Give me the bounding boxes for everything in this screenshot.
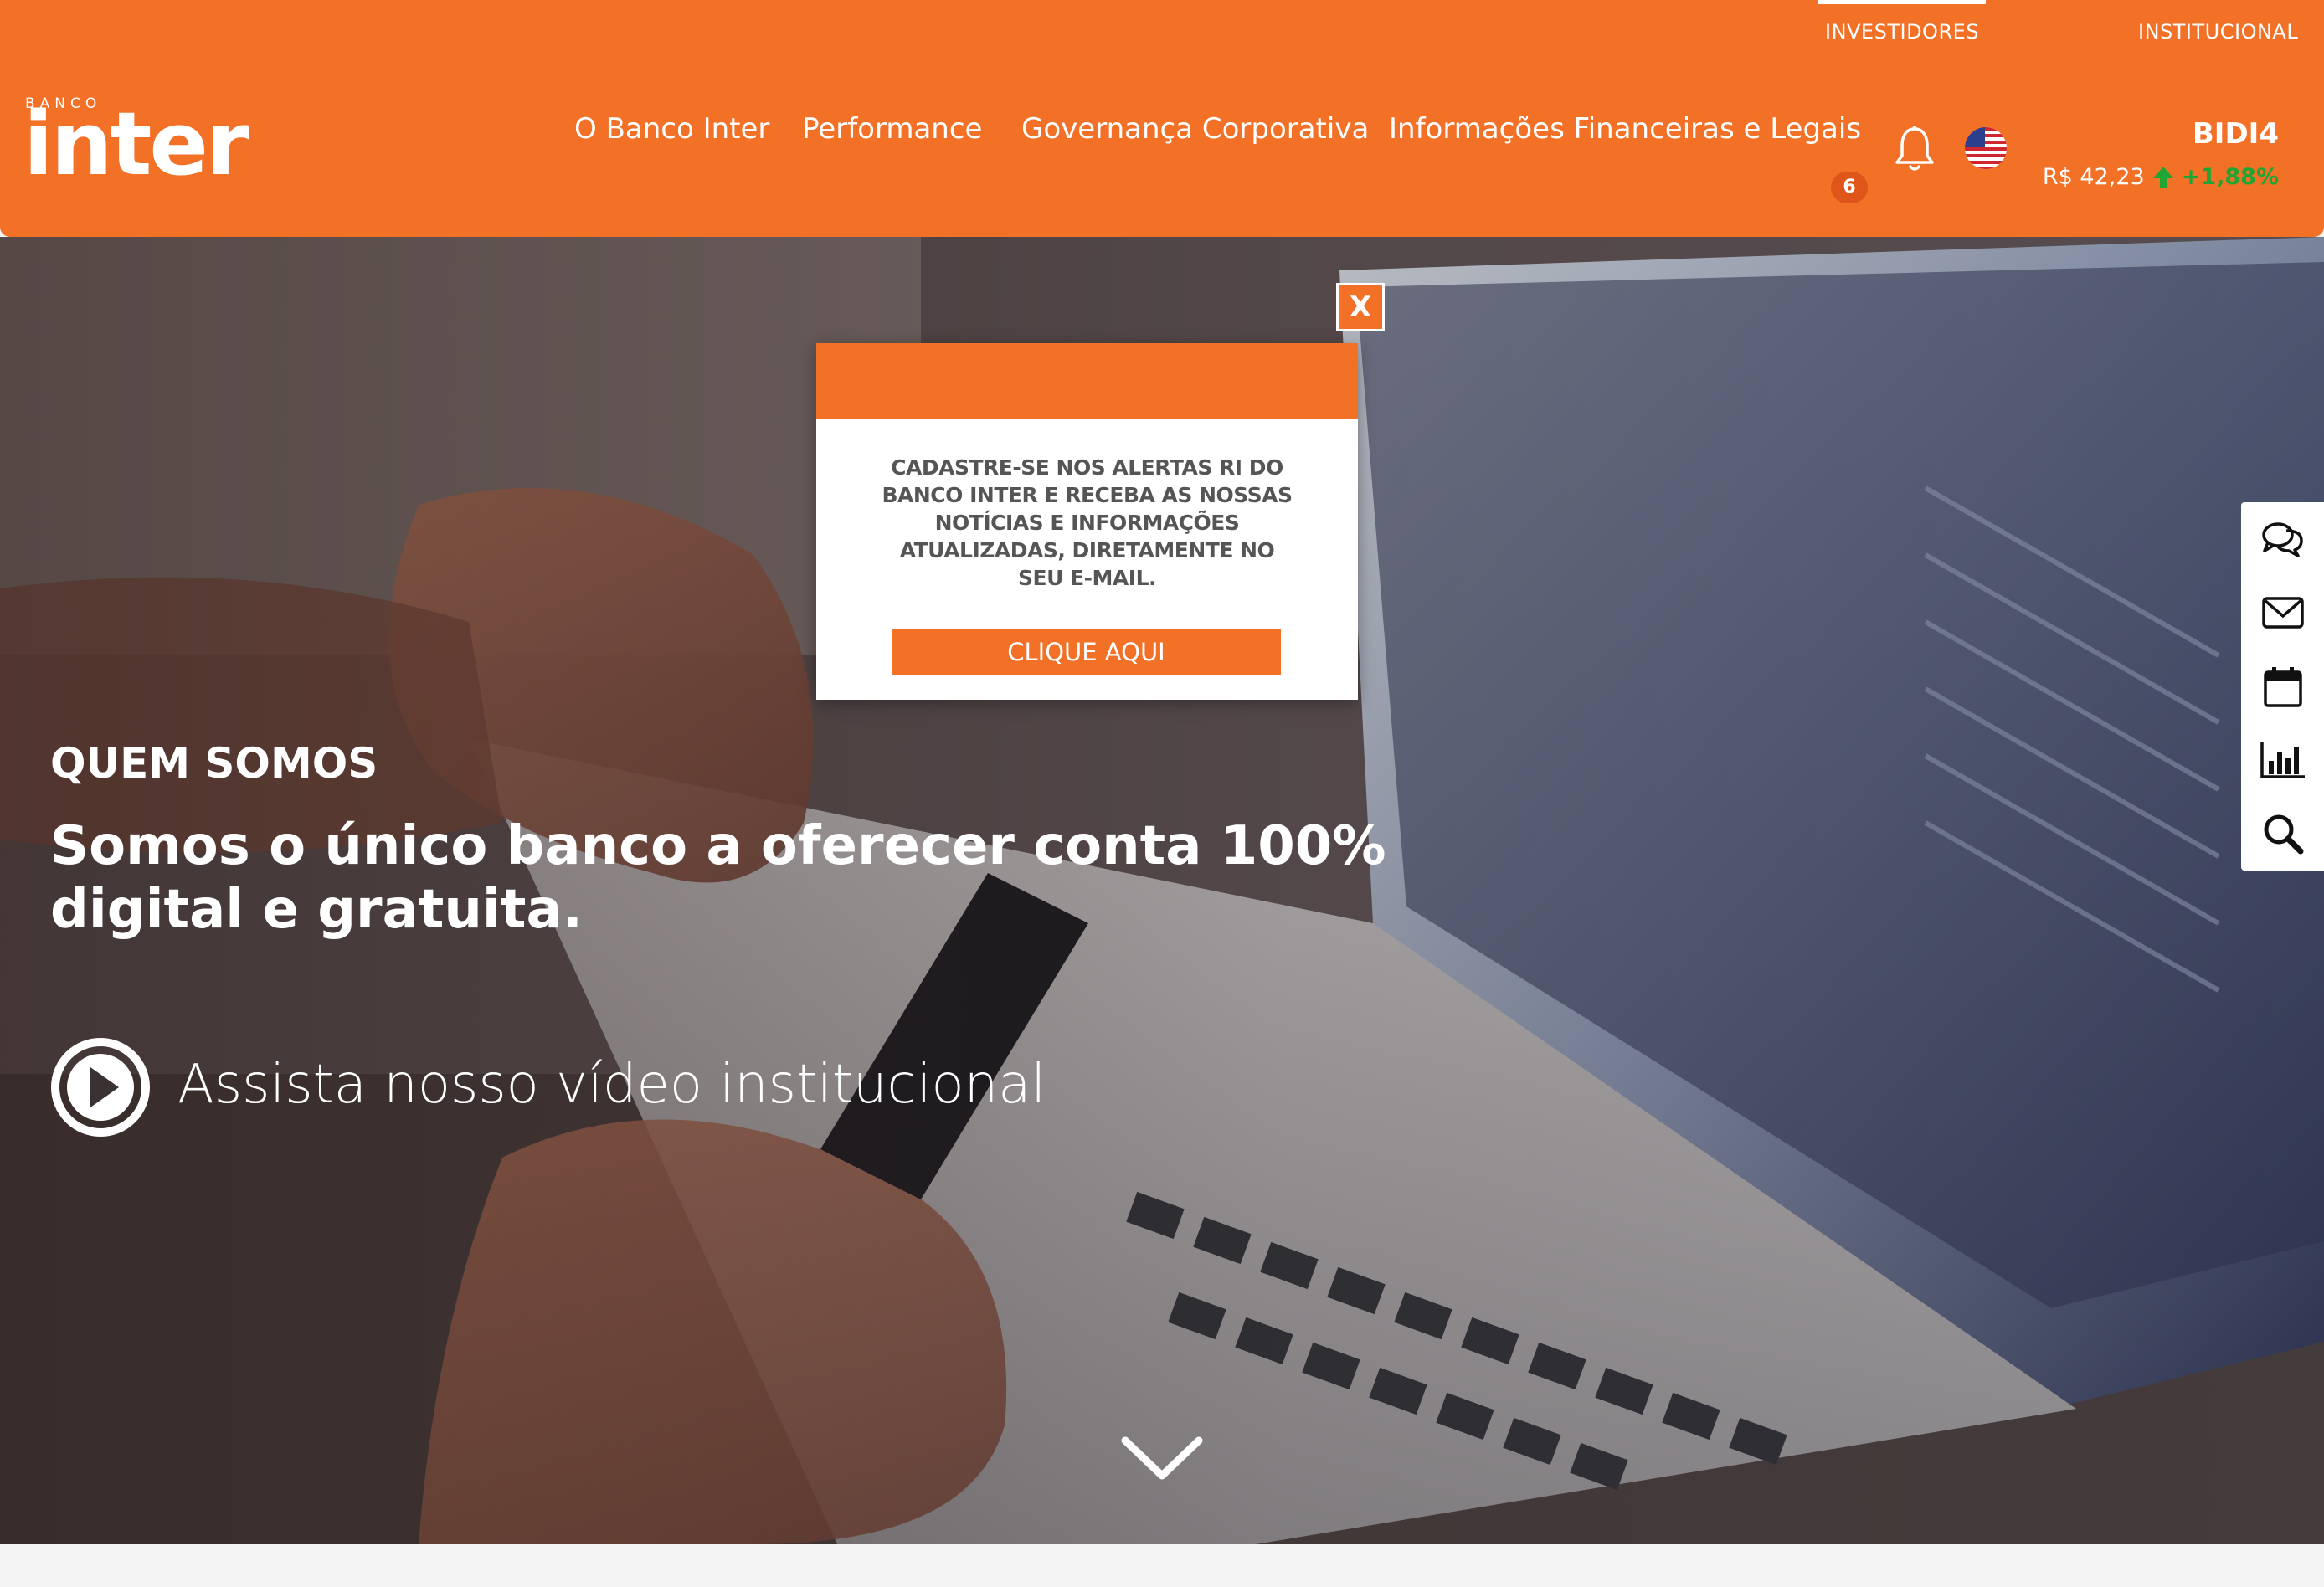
nav-item-o-banco-inter[interactable]: O Banco Inter (574, 112, 769, 146)
hero-title: Somos o único banco a oferecer conta 100… (50, 815, 1386, 941)
chevron-down-icon[interactable] (1120, 1434, 1204, 1484)
hero-kicker: QUEM SOMOS (50, 739, 378, 788)
arrow-up-icon (2152, 166, 2173, 188)
top-link-investidores[interactable]: INVESTIDORES (1818, 0, 1986, 44)
side-chart-button[interactable] (2241, 723, 2324, 797)
modal-header-bar (816, 343, 1358, 419)
search-icon (2264, 814, 2303, 855)
side-calendar-button[interactable] (2241, 650, 2324, 723)
bell-icon[interactable] (1894, 126, 1936, 174)
nav-item-governanca[interactable]: Governança Corporativa (1021, 112, 1369, 146)
nav-item-informacoes[interactable]: Informações Financeiras e Legais (1389, 112, 1861, 146)
site-header: INVESTIDORES INSTITUCIONAL BANCO inter O… (0, 0, 2324, 237)
bar-chart-icon (2260, 742, 2305, 778)
play-icon[interactable] (50, 1037, 151, 1138)
ticker-row: R$ 42,23 +1,88% (2043, 164, 2279, 190)
top-link-institucional[interactable]: INSTITUCIONAL (2138, 20, 2298, 44)
modal-cta-button[interactable]: CLIQUE AQUI (892, 629, 1281, 675)
logo-wordmark: inter (23, 93, 249, 195)
ticker-price: R$ 42,23 (2042, 164, 2145, 190)
notification-badge: 6 (1831, 172, 1868, 203)
modal-message: CADASTRE-SE NOS ALERTAS RI DO BANCO INTE… (882, 455, 1293, 590)
nav-item-performance[interactable]: Performance (802, 112, 982, 146)
side-chat-button[interactable] (2241, 502, 2324, 576)
ticker-symbol[interactable]: BIDI4 (2193, 117, 2279, 151)
us-flag-icon[interactable] (1965, 127, 2007, 169)
side-toolbar (2241, 502, 2324, 871)
calendar-icon (2263, 667, 2302, 707)
side-search-button[interactable] (2241, 797, 2324, 871)
video-link[interactable]: Assista nosso vídeo institucional (177, 1054, 1046, 1116)
side-mail-button[interactable] (2241, 576, 2324, 650)
popup-close-button[interactable]: X (1336, 283, 1385, 331)
chat-icon (2261, 522, 2303, 557)
ticker-change: +1,88% (2181, 164, 2279, 190)
alert-signup-modal: CADASTRE-SE NOS ALERTAS RI DO BANCO INTE… (816, 343, 1358, 700)
mail-icon (2261, 597, 2304, 629)
